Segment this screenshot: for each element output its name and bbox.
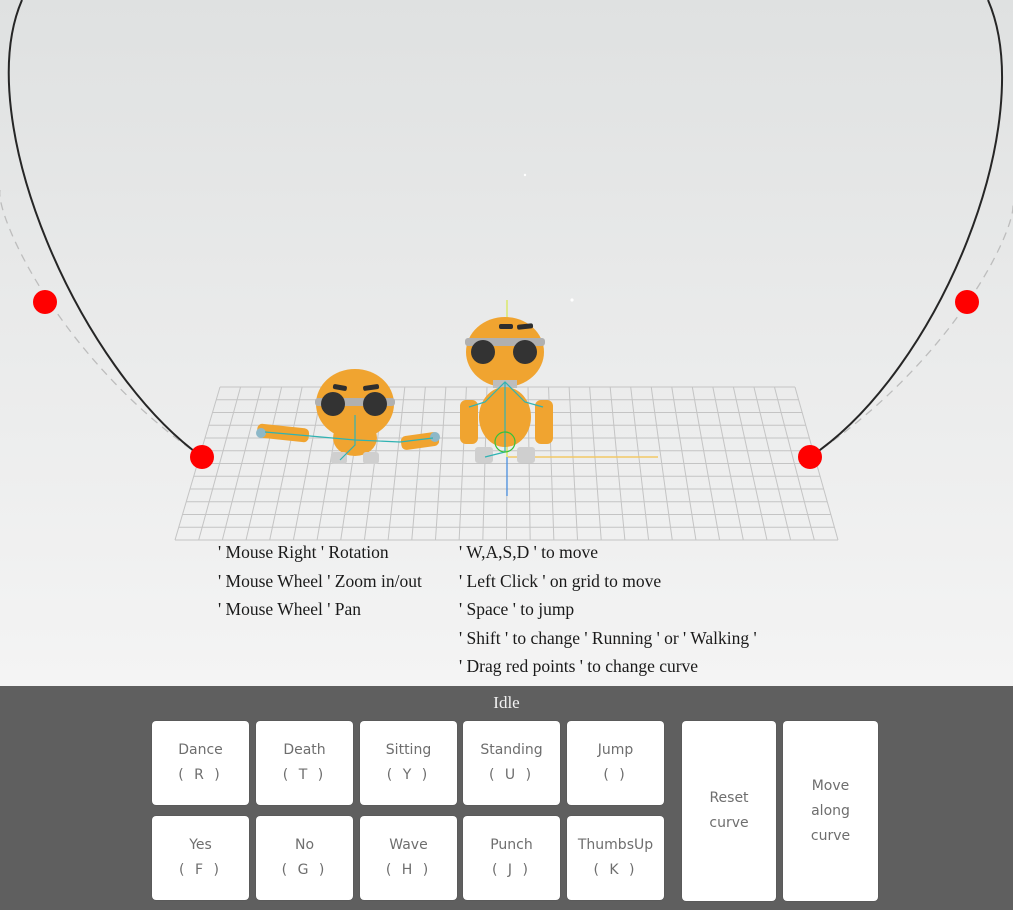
button-shortcut: ( F )	[179, 862, 222, 878]
robot-character-main[interactable]	[460, 317, 553, 463]
button-shortcut: ( Y )	[386, 767, 431, 783]
curve-control-point[interactable]	[955, 290, 979, 314]
reset-curve-button[interactable]: Reset curve	[682, 721, 776, 901]
button-label: Punch	[490, 837, 533, 853]
robot-eye-right	[513, 340, 537, 364]
button-shortcut: ( H )	[385, 862, 432, 878]
help-line: ' Drag red points ' to change curve	[459, 656, 699, 677]
controls-help-left: ' Mouse Right ' Rotation ' Mouse Wheel '…	[218, 538, 422, 624]
button-shortcut: ( U )	[488, 767, 535, 783]
wave-button[interactable]: Wave ( H )	[360, 816, 457, 900]
sparkle	[523, 173, 527, 177]
robot-eye-left	[471, 340, 495, 364]
robot-eye-left	[321, 392, 345, 416]
robot-eye-right	[363, 392, 387, 416]
button-shortcut: ( G )	[281, 862, 328, 878]
3d-viewport[interactable]: ' Mouse Right ' Rotation ' Mouse Wheel '…	[0, 0, 1013, 686]
button-label: Dance	[178, 742, 223, 758]
help-line: ' Shift ' to change ' Running ' or ' Wal…	[459, 627, 757, 648]
standing-button[interactable]: Standing ( U )	[463, 721, 560, 805]
button-label: Standing	[480, 742, 543, 758]
help-line: ' Space ' to jump	[459, 599, 575, 620]
move-along-curve-button[interactable]: Move along curve	[783, 721, 878, 901]
button-label: Jump	[597, 742, 634, 758]
help-line: ' W,A,S,D ' to move	[459, 542, 599, 562]
button-shortcut: ( T )	[282, 767, 327, 783]
curve-control-point[interactable]	[33, 290, 57, 314]
help-line: ' Mouse Wheel ' Pan	[218, 599, 362, 620]
help-line: ' Left Click ' on grid to move	[459, 570, 662, 591]
jump-button[interactable]: Jump ( )	[567, 721, 664, 805]
button-label: Death	[283, 742, 326, 758]
button-shortcut: ( R )	[178, 767, 223, 783]
button-shortcut: ( K )	[593, 862, 638, 878]
help-line: ' Mouse Right ' Rotation	[218, 542, 389, 562]
button-label: ThumbsUp	[577, 837, 654, 853]
controls-help-right: ' W,A,S,D ' to move ' Left Click ' on gr…	[459, 538, 757, 681]
action-panel: Idle Dance ( R ) Death ( T ) Sitting ( Y…	[0, 686, 1013, 910]
no-button[interactable]: No ( G )	[256, 816, 353, 900]
help-line: ' Mouse Wheel ' Zoom in/out	[218, 570, 422, 591]
button-label: Move along curve	[810, 777, 851, 844]
button-label: No	[294, 837, 315, 853]
button-shortcut: ( J )	[492, 862, 531, 878]
button-shortcut: ( )	[603, 767, 628, 783]
sitting-button[interactable]: Sitting ( Y )	[360, 721, 457, 805]
yes-button[interactable]: Yes ( F )	[152, 816, 249, 900]
robot-character-small[interactable]	[256, 369, 440, 464]
button-label: Sitting	[385, 742, 432, 758]
curve-control-point[interactable]	[798, 445, 822, 469]
button-label: Wave	[389, 837, 428, 853]
thumbsup-button[interactable]: ThumbsUp ( K )	[567, 816, 664, 900]
button-label: Reset curve	[709, 790, 749, 831]
death-button[interactable]: Death ( T )	[256, 721, 353, 805]
sparkle	[570, 298, 574, 302]
button-label: Yes	[189, 837, 212, 853]
curve-control-point[interactable]	[190, 445, 214, 469]
current-animation-status: Idle	[493, 693, 520, 712]
dance-button[interactable]: Dance ( R )	[152, 721, 249, 805]
punch-button[interactable]: Punch ( J )	[463, 816, 560, 900]
